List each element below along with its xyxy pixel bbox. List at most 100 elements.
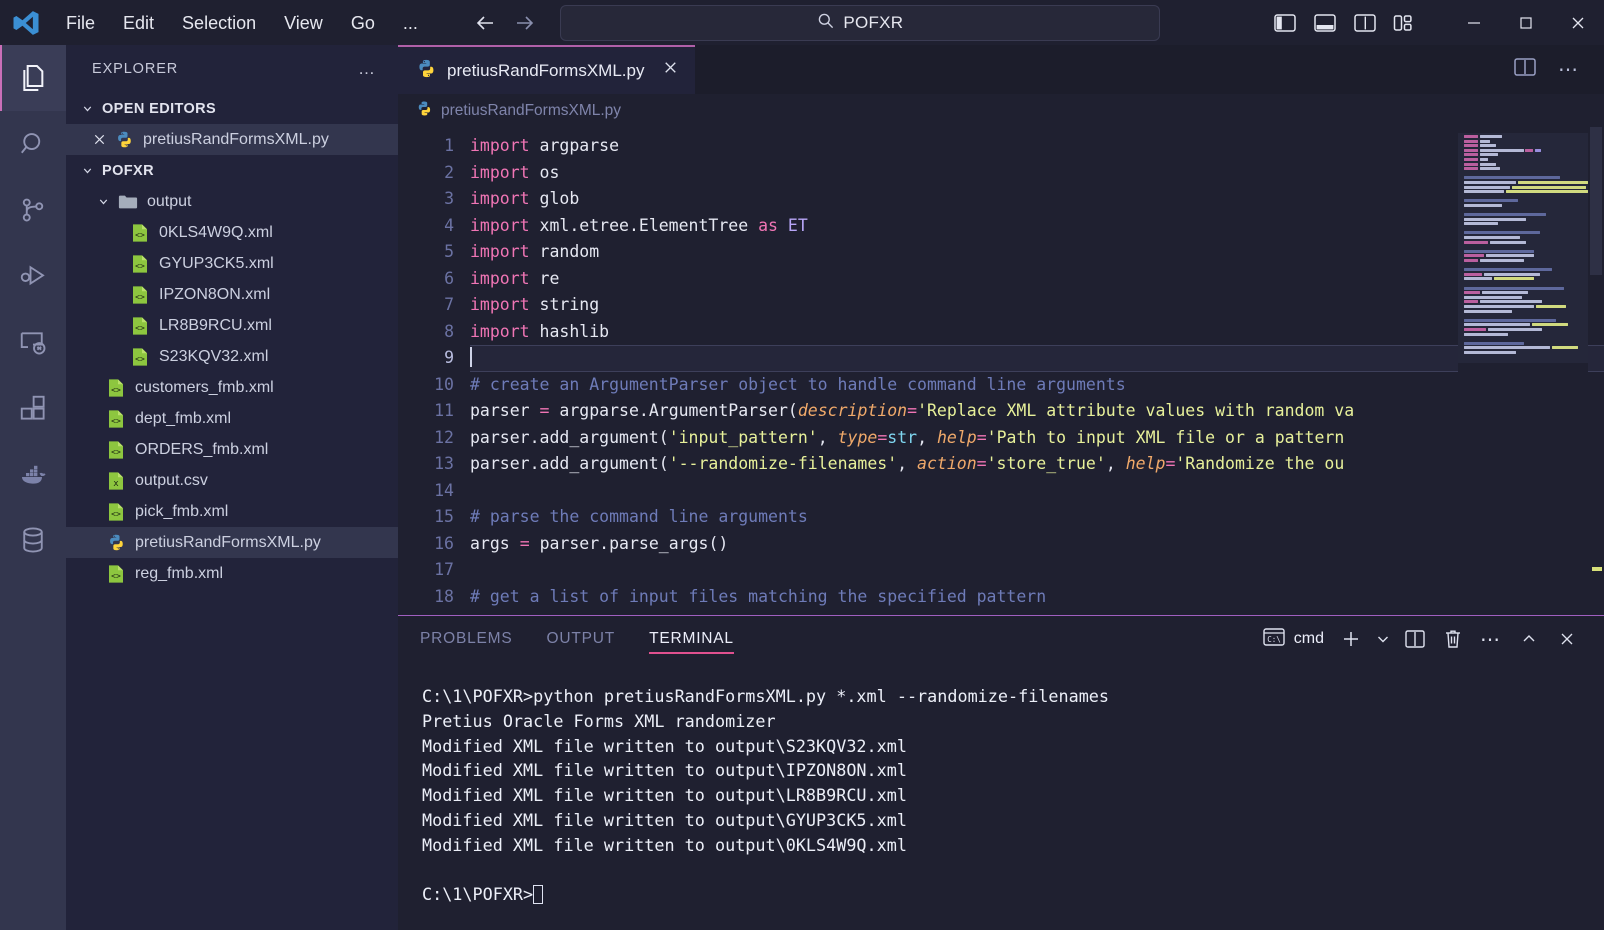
tab-problems[interactable]: PROBLEMS: [420, 616, 513, 662]
tree-item-file[interactable]: <> 0KLS4W9Q.xml: [66, 217, 398, 248]
customize-layout-icon[interactable]: [1392, 10, 1418, 36]
code-editor[interactable]: 1 2 3 4 5 6 7 8 9 10 11 12 13 14 15 16 1: [398, 127, 1604, 615]
svg-text:<>: <>: [135, 292, 145, 301]
tree-item-file[interactable]: <> S23KQV32.xml: [66, 341, 398, 372]
sidebar-item-extensions[interactable]: [0, 375, 66, 441]
code-line: args = parser.parse_args(): [470, 533, 729, 553]
split-editor-right-icon[interactable]: [1514, 57, 1536, 82]
window-controls: [1448, 0, 1604, 45]
svg-text:<>: <>: [135, 230, 145, 239]
terminal-shell-selector[interactable]: C:\ cmd: [1259, 627, 1332, 652]
xml-file-icon: <>: [104, 502, 128, 522]
terminal-line: Modified XML file written to output\LR8B…: [422, 785, 907, 806]
tree-item-file[interactable]: <> pick_fmb.xml: [66, 496, 398, 527]
editor-scrollbar[interactable]: [1588, 127, 1604, 615]
terminal-cmd-icon: C:\: [1263, 627, 1285, 652]
new-terminal-icon[interactable]: [1332, 619, 1370, 659]
close-button[interactable]: [1552, 0, 1604, 45]
csv-file-icon: x: [104, 471, 128, 491]
panel-tab-bar: PROBLEMS OUTPUT TERMINAL C:\ cmd ⋯: [398, 616, 1604, 662]
tree-item-file[interactable]: <> customers_fmb.xml: [66, 372, 398, 403]
more-actions-icon[interactable]: ⋯: [1558, 57, 1580, 82]
tree-item-file[interactable]: <> GYUP3CK5.xml: [66, 248, 398, 279]
minimap[interactable]: [1458, 127, 1588, 615]
bottom-panel: PROBLEMS OUTPUT TERMINAL C:\ cmd ⋯ C:\1\…: [398, 615, 1604, 930]
sidebar-item-source-control[interactable]: [0, 177, 66, 243]
terminal-output[interactable]: C:\1\POFXR>python pretiusRandFormsXML.py…: [398, 662, 1604, 930]
terminal-more-actions-icon[interactable]: ⋯: [1472, 619, 1510, 659]
sidebar-item-database[interactable]: [0, 507, 66, 573]
tree-item-file[interactable]: <> dept_fmb.xml: [66, 403, 398, 434]
toggle-panel-icon[interactable]: [1312, 10, 1338, 36]
svg-text:<>: <>: [111, 571, 121, 580]
panel-actions: C:\ cmd ⋯: [1259, 619, 1604, 659]
tree-item-label: customers_fmb.xml: [135, 378, 274, 396]
line-number: 14: [434, 480, 454, 500]
menu-edit[interactable]: Edit: [109, 9, 168, 37]
tab-output[interactable]: OUTPUT: [547, 616, 616, 662]
chevron-down-icon[interactable]: [1370, 619, 1396, 659]
section-open-editors[interactable]: OPEN EDITORS: [66, 93, 398, 124]
close-icon[interactable]: [662, 59, 679, 82]
breadcrumb: pretiusRandFormsXML.py: [398, 94, 1604, 127]
tree-item-file-selected[interactable]: pretiusRandFormsXML.py: [66, 527, 398, 558]
terminal-shell-label: cmd: [1293, 630, 1324, 647]
minimize-button[interactable]: [1448, 0, 1500, 45]
tree-item-label: GYUP3CK5.xml: [159, 254, 274, 272]
tree-item-folder-output[interactable]: output: [66, 186, 398, 217]
menu-go[interactable]: Go: [337, 9, 389, 37]
search-input[interactable]: POFXR: [559, 4, 1160, 41]
sidebar-item-run-and-debug[interactable]: [0, 243, 66, 309]
line-number: 11: [434, 401, 454, 420]
toggle-primary-sidebar-icon[interactable]: [1272, 10, 1298, 36]
minimap-slider[interactable]: [1458, 133, 1588, 363]
tab-pretiusRandFormsXML[interactable]: pretiusRandFormsXML.py: [398, 45, 696, 94]
tree-item-label: output: [147, 192, 192, 210]
section-workspace[interactable]: POFXR: [66, 155, 398, 186]
line-number: 2: [444, 162, 454, 182]
python-file-icon: [416, 58, 437, 84]
activity-bar: [0, 45, 66, 930]
editor-scrollbar-thumb[interactable]: [1590, 127, 1602, 275]
menu-file[interactable]: File: [52, 9, 109, 37]
xml-file-icon: <>: [128, 347, 152, 367]
terminal-prompt-line[interactable]: C:\1\POFXR>: [422, 882, 1604, 907]
menu-view[interactable]: View: [270, 9, 337, 37]
maximize-panel-icon[interactable]: [1510, 619, 1548, 659]
split-terminal-icon[interactable]: [1396, 619, 1434, 659]
tree-item-file[interactable]: <> reg_fmb.xml: [66, 558, 398, 589]
arrow-left-icon[interactable]: [472, 10, 498, 36]
explorer-more-actions-icon[interactable]: …: [358, 59, 376, 79]
arrow-right-icon[interactable]: [512, 10, 538, 36]
titlebar-right-cluster: [1272, 0, 1604, 45]
line-number-gutter: 1 2 3 4 5 6 7 8 9 10 11 12 13 14 15 16 1: [398, 127, 470, 615]
close-icon[interactable]: [88, 132, 110, 147]
sidebar-item-docker[interactable]: [0, 441, 66, 507]
menu-more[interactable]: ...: [389, 9, 432, 37]
close-panel-icon[interactable]: [1548, 619, 1586, 659]
vscode-window: File Edit Selection View Go ... POFXR EX…: [0, 0, 1604, 930]
tree-item-file[interactable]: x output.csv: [66, 465, 398, 496]
code-line: import random: [470, 242, 600, 261]
line-number: 17: [434, 560, 454, 579]
breadcrumb-label[interactable]: pretiusRandFormsXML.py: [441, 102, 621, 120]
xml-file-icon: <>: [128, 285, 152, 305]
tree-item-label: LR8B9RCU.xml: [159, 316, 272, 334]
code-content[interactable]: import argparse import os import glob im…: [470, 127, 1604, 615]
tab-terminal[interactable]: TERMINAL: [649, 616, 734, 662]
open-editor-item[interactable]: pretiusRandFormsXML.py: [66, 124, 398, 155]
terminal-line: Modified XML file written to output\GYUP…: [422, 809, 907, 830]
tree-item-file[interactable]: <> ORDERS_fmb.xml: [66, 434, 398, 465]
sidebar-item-search[interactable]: [0, 111, 66, 177]
menu-selection[interactable]: Selection: [168, 9, 270, 37]
sidebar-item-remote-explorer[interactable]: [0, 309, 66, 375]
xml-file-icon: <>: [128, 223, 152, 243]
toggle-secondary-sidebar-icon[interactable]: [1352, 10, 1378, 36]
sidebar-item-explorer[interactable]: [0, 45, 66, 111]
tree-item-file[interactable]: <> LR8B9RCU.xml: [66, 310, 398, 341]
kill-terminal-icon[interactable]: [1434, 619, 1472, 659]
tree-item-file[interactable]: <> IPZON8ON.xml: [66, 279, 398, 310]
line-number-active: 9: [444, 348, 454, 367]
menu-bar: File Edit Selection View Go ...: [52, 9, 432, 37]
maximize-button[interactable]: [1500, 0, 1552, 45]
